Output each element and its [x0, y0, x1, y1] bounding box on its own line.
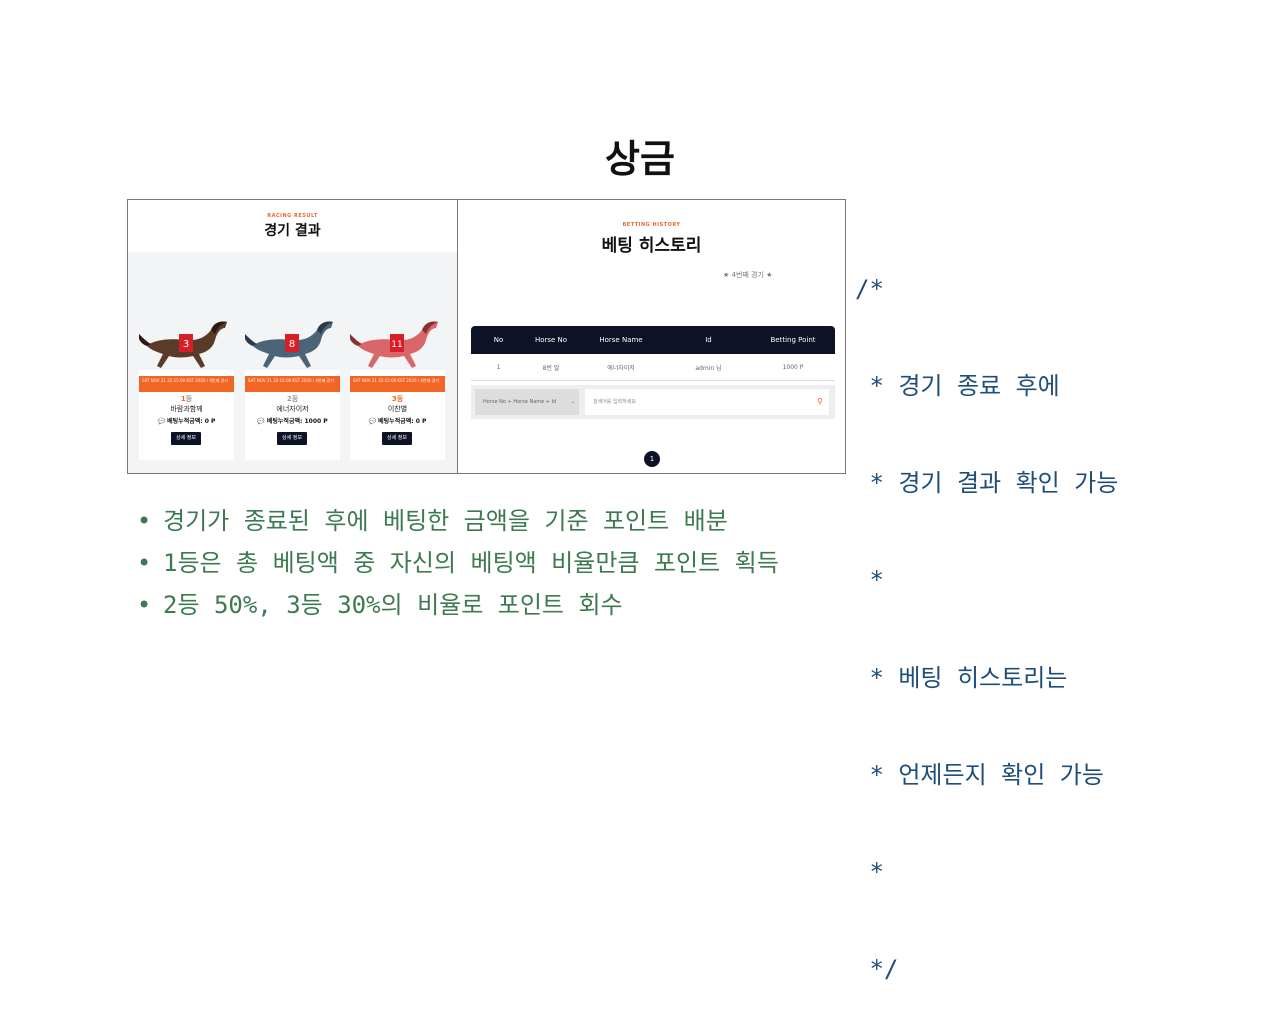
betting-history-title: 베팅 히스토리 [601, 236, 702, 256]
comment-line: */ [855, 955, 899, 984]
chevron-down-icon: ⌄ [570, 399, 575, 405]
comment-line: * 경기 종료 후에 [855, 372, 1060, 401]
table-row: 1 8번 말 에너자이저 admin 님 1000 P [471, 354, 835, 381]
bullet-list: • 경기가 종료된 후에 베팅한 금액을 기준 포인트 배분 • 1등은 총 베팅액… [137, 505, 779, 631]
race-date-bar: SAT NOV 21 22:15:00 KST 2020 / 4번째 경기 [350, 376, 445, 392]
comment-line: /* [855, 274, 884, 303]
pagination-page-1[interactable]: 1 [644, 451, 660, 467]
rank-label: 1등 [180, 395, 193, 403]
search-bar: Horse No + Horse Name + Id ⌄ 검색어를 입력하세요 ⚲ [471, 385, 835, 419]
result-card-2: SAT NOV 21 22:15:00 KST 2020 / 4번째 경기 2등… [245, 370, 340, 460]
code-comment: /* * 경기 종료 후에 * 경기 결과 확인 가능 * * 베팅 히스토리는… [855, 208, 1118, 1018]
result-card-3: SAT NOV 21 22:15:00 KST 2020 / 4번째 경기 3등… [350, 370, 445, 460]
table-cell: 에너자이저 [607, 364, 635, 372]
bet-total: 💬 베팅누적금액: 0 P [368, 418, 427, 425]
column-header: Horse No [534, 336, 568, 344]
column-header: No [493, 336, 504, 344]
race-result-panel: RACING RESULT 경기 결과 3 SAT NOV 21 22:15:0… [128, 200, 458, 473]
table-cell: 8번 말 [542, 364, 560, 372]
comment-line: * [855, 858, 884, 887]
saddle-number: 8 [289, 339, 295, 350]
bullet-item: • 2등 50%, 3등 30%의 비율로 포인트 회수 [137, 591, 623, 619]
betting-history-panel: BETTING HISTORY 베팅 히스토리 ★ 4번째 경기 ★ No Ho… [458, 200, 845, 473]
comment-line: * 경기 결과 확인 가능 [855, 469, 1119, 498]
round-label: ★ 4번째 경기 ★ [723, 271, 773, 279]
detail-button[interactable]: 상세 정보 [171, 432, 201, 445]
column-header: Id [705, 336, 712, 344]
horse-tail [350, 334, 362, 346]
bullet-dot-icon: • [137, 549, 152, 577]
slide-title: 상금 [605, 137, 675, 181]
saddle-number: 3 [183, 339, 189, 350]
rank-label: 3등 [391, 395, 404, 403]
betting-history-eyebrow: BETTING HISTORY [622, 222, 681, 228]
table-cell: admin 님 [695, 364, 722, 372]
comment-line: * 베팅 히스토리는 [855, 663, 1068, 692]
bullet-dot-icon: • [137, 591, 152, 619]
column-header: Betting Point [770, 336, 816, 344]
bet-total: 💬 베팅누적금액: 1000 P [257, 418, 328, 425]
comment-line: * 언제든지 확인 가능 [855, 760, 1104, 789]
table-header: No Horse No Horse Name Id Betting Point [471, 326, 835, 354]
race-result-eyebrow: RACING RESULT [267, 213, 318, 219]
comment-line: * [855, 566, 884, 595]
detail-button[interactable]: 상세 정보 [382, 432, 412, 445]
table-cell: 1000 P [782, 363, 804, 371]
race-date-bar: SAT NOV 21 22:15:00 KST 2020 / 4번째 경기 [139, 376, 234, 392]
horse-name: 이찬별 [387, 405, 408, 413]
rank-label: 2등 [286, 395, 299, 403]
saddle-number: 11 [391, 340, 402, 350]
race-result-title: 경기 결과 [264, 223, 321, 239]
search-input[interactable]: 검색어를 입력하세요 ⚲ [585, 389, 829, 415]
bet-total: 💬 베팅누적금액: 0 P [157, 418, 216, 425]
app-screenshot: RACING RESULT 경기 결과 3 SAT NOV 21 22:15:0… [127, 199, 846, 474]
bullet-dot-icon: • [137, 507, 152, 535]
horse-name: 에너자이저 [276, 405, 309, 413]
search-field-select[interactable]: Horse No + Horse Name + Id ⌄ [475, 389, 579, 415]
search-icon[interactable]: ⚲ [817, 389, 823, 415]
horse-name: 바람과함께 [170, 405, 203, 413]
result-card-1: SAT NOV 21 22:15:00 KST 2020 / 4번째 경기 1등… [139, 370, 234, 460]
betting-table: No Horse No Horse Name Id Betting Point … [471, 326, 835, 381]
detail-button[interactable]: 상세 정보 [277, 432, 307, 445]
table-cell: 1 [496, 363, 501, 371]
bullet-item: • 1등은 총 베팅액 중 자신의 베팅액 비율만큼 포인트 획득 [137, 549, 779, 577]
bullet-item: • 경기가 종료된 후에 베팅한 금액을 기준 포인트 배분 [137, 507, 728, 535]
column-header: Horse Name [599, 336, 643, 344]
horse-tail [139, 334, 151, 346]
horse-tail [245, 334, 257, 346]
race-date-bar: SAT NOV 21 22:15:00 KST 2020 / 4번째 경기 [245, 376, 340, 392]
